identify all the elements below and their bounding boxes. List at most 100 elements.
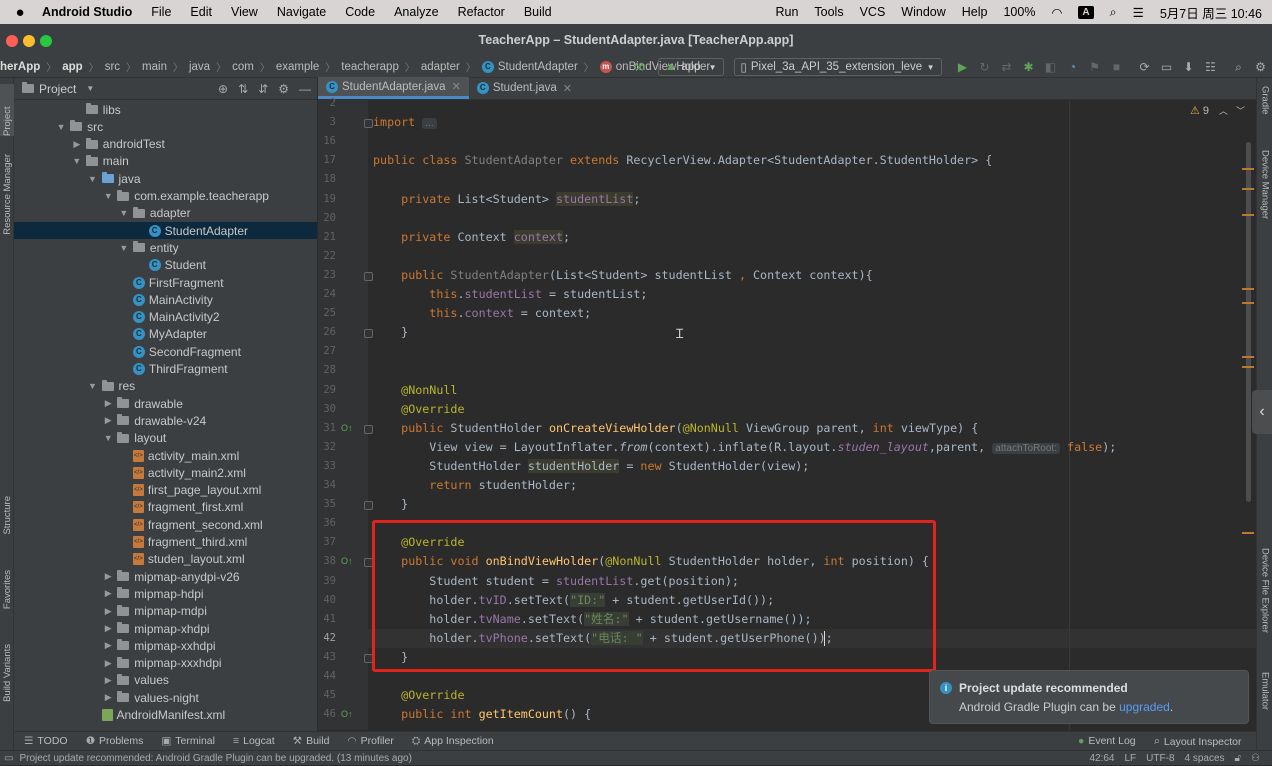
stop-icon[interactable]: ■ — [1110, 60, 1124, 74]
tool-terminal[interactable]: ▣ Terminal — [161, 735, 215, 747]
close-icon[interactable]: ✕ — [452, 80, 461, 93]
chevron-down-icon[interactable]: ▼ — [87, 381, 99, 391]
warning-marker[interactable] — [1242, 168, 1254, 170]
breadcrumb-project[interactable]: herApp — [0, 61, 40, 73]
notification-balloon[interactable]: i Project update recommended Android Gra… — [929, 670, 1249, 724]
fold-toggle-icon[interactable] — [364, 501, 373, 511]
tree-item[interactable]: ▼ layout — [14, 430, 317, 447]
tree-item[interactable]: ▶ values — [14, 672, 317, 689]
tree-item[interactable]: ▶ drawable-v24 — [14, 412, 317, 429]
locate-icon[interactable]: ⊕ — [218, 82, 228, 96]
minimize-window-button[interactable] — [23, 35, 35, 47]
menu-analyze[interactable]: Analyze — [394, 5, 438, 19]
tool-event-log[interactable]: ● Event Log — [1078, 735, 1136, 747]
code-line[interactable]: private Context context; — [373, 228, 570, 246]
status-icon[interactable]: ▭ — [4, 753, 13, 764]
device-manager-icon[interactable]: ▭ — [1160, 60, 1174, 74]
expand-all-icon[interactable]: ⇅ — [238, 82, 248, 96]
run-icon[interactable]: ▶ — [956, 60, 970, 74]
indent-setting[interactable]: 4 spaces — [1185, 753, 1225, 764]
menu-view[interactable]: View — [231, 5, 258, 19]
tool-layout-inspector[interactable]: ⌕ Layout Inspector — [1154, 735, 1242, 748]
caret-position[interactable]: 42:64 — [1089, 753, 1114, 764]
tree-item[interactable]: ▼ com.example.teacherapp — [14, 188, 317, 205]
search-icon[interactable]: ⌕ — [1232, 60, 1246, 74]
file-encoding[interactable]: UTF-8 — [1146, 753, 1174, 764]
tree-item[interactable]: ▼ java — [14, 170, 317, 187]
breadcrumb-java[interactable]: java — [189, 61, 210, 73]
tab-build-variants[interactable]: Build Variants — [0, 644, 14, 702]
tab-resource-manager[interactable]: Resource Manager — [0, 154, 14, 235]
battery-status[interactable]: 100% — [1003, 5, 1035, 19]
menu-build[interactable]: Build — [524, 5, 552, 19]
close-window-button[interactable] — [6, 35, 18, 47]
chevron-left-icon[interactable]: ‹ — [1252, 390, 1272, 434]
tree-item[interactable]: </> fragment_first.xml — [14, 499, 317, 516]
breadcrumb-example[interactable]: example — [276, 61, 319, 73]
tree-item[interactable]: ▼ entity — [14, 239, 317, 256]
editor-scrollbar[interactable] — [1246, 142, 1251, 502]
code-line[interactable]: import ... — [373, 113, 437, 131]
chevron-right-icon[interactable]: ▶ — [102, 398, 114, 409]
tool-profiler[interactable]: ◠ Profiler — [347, 735, 393, 747]
tab-emulator[interactable]: Emulator — [1258, 672, 1272, 710]
tool-app-inspection[interactable]: ⛭ App Inspection — [412, 735, 494, 748]
gear-icon[interactable]: ⚙ — [1254, 60, 1268, 74]
tree-item[interactable]: ▶ mipmap-mdpi — [14, 603, 317, 620]
breadcrumb-teacherapp[interactable]: teacherapp — [341, 61, 399, 73]
tree-item[interactable]: C StudentAdapter — [14, 222, 317, 240]
chevron-right-icon[interactable]: ▶ — [102, 606, 114, 617]
chevron-down-icon[interactable]: ▼ — [87, 174, 99, 184]
chevron-down-icon[interactable]: ▼ — [118, 208, 130, 218]
tree-item[interactable]: ▶ mipmap-xhdpi — [14, 620, 317, 637]
override-gutter-icon[interactable]: O↑ — [341, 709, 353, 719]
upgrade-link[interactable]: upgraded — [1119, 700, 1170, 714]
chevron-down-icon[interactable]: ﹀ — [1236, 104, 1245, 117]
tree-item[interactable]: ▶ androidTest — [14, 136, 317, 153]
spotlight-icon[interactable]: ⌕ — [1110, 5, 1117, 20]
project-panel-title[interactable]: Project — [39, 82, 76, 96]
sync-gradle-icon[interactable]: ⟳ — [1138, 60, 1152, 74]
chevron-up-icon[interactable]: ︿ — [1219, 104, 1228, 117]
zoom-window-button[interactable] — [40, 35, 52, 47]
chevron-down-icon[interactable]: ▼ — [118, 243, 130, 253]
code-line[interactable]: StudentHolder studentHolder = new Studen… — [373, 457, 809, 475]
rerun-icon[interactable]: ↻ — [978, 60, 992, 74]
fold-toggle-icon[interactable] — [364, 271, 373, 281]
chevron-right-icon[interactable]: ▶ — [102, 623, 114, 634]
tab-project-side[interactable]: Project — [0, 84, 14, 136]
warning-marker[interactable] — [1242, 532, 1254, 534]
fold-toggle-icon[interactable] — [364, 119, 373, 129]
tree-item[interactable]: ▶ values-night — [14, 689, 317, 706]
attach-debugger-icon[interactable]: ⚑ — [1088, 60, 1102, 74]
chevron-down-icon[interactable]: ▼ — [102, 191, 114, 201]
code-line[interactable]: @NonNull — [373, 381, 457, 399]
lock-icon[interactable]: 🔓︎ — [1235, 753, 1241, 764]
tree-item[interactable]: C MainActivity2 — [14, 309, 317, 326]
chevron-right-icon[interactable]: ▶ — [102, 658, 114, 669]
tab-gradle[interactable]: Gradle — [1258, 86, 1272, 115]
menu-refactor[interactable]: Refactor — [458, 5, 505, 19]
hammer-icon[interactable]: ⚒ — [632, 60, 646, 74]
control-center-icon[interactable]: ☰ — [1133, 5, 1144, 20]
menu-help[interactable]: Help — [962, 5, 988, 19]
tree-item[interactable]: C Student — [14, 257, 317, 274]
app-menu[interactable]: Android Studio — [42, 5, 132, 19]
line-separator[interactable]: LF — [1125, 753, 1137, 764]
breadcrumb-app[interactable]: app — [62, 61, 82, 73]
override-gutter-icon[interactable]: O↑ — [341, 556, 353, 566]
chevron-down-icon[interactable]: ▼ — [86, 84, 94, 93]
warning-marker[interactable] — [1242, 288, 1254, 290]
tree-item[interactable]: </> fragment_second.xml — [14, 516, 317, 533]
tab-favorites[interactable]: Favorites — [0, 570, 14, 609]
menu-run[interactable]: Run — [775, 5, 798, 19]
collapse-all-icon[interactable]: ⇵ — [258, 82, 268, 96]
tree-item[interactable]: </> fragment_third.xml — [14, 534, 317, 551]
code-line[interactable]: public class StudentAdapter extends Recy… — [373, 151, 992, 169]
breadcrumb-com[interactable]: com — [232, 61, 254, 73]
code-line[interactable]: } — [373, 495, 408, 513]
clock[interactable]: 5月7日 周三 10:46 — [1160, 3, 1262, 22]
tree-item[interactable]: C ThirdFragment — [14, 361, 317, 378]
menu-file[interactable]: File — [151, 5, 171, 19]
breadcrumb-class[interactable]: StudentAdapter — [498, 61, 578, 73]
